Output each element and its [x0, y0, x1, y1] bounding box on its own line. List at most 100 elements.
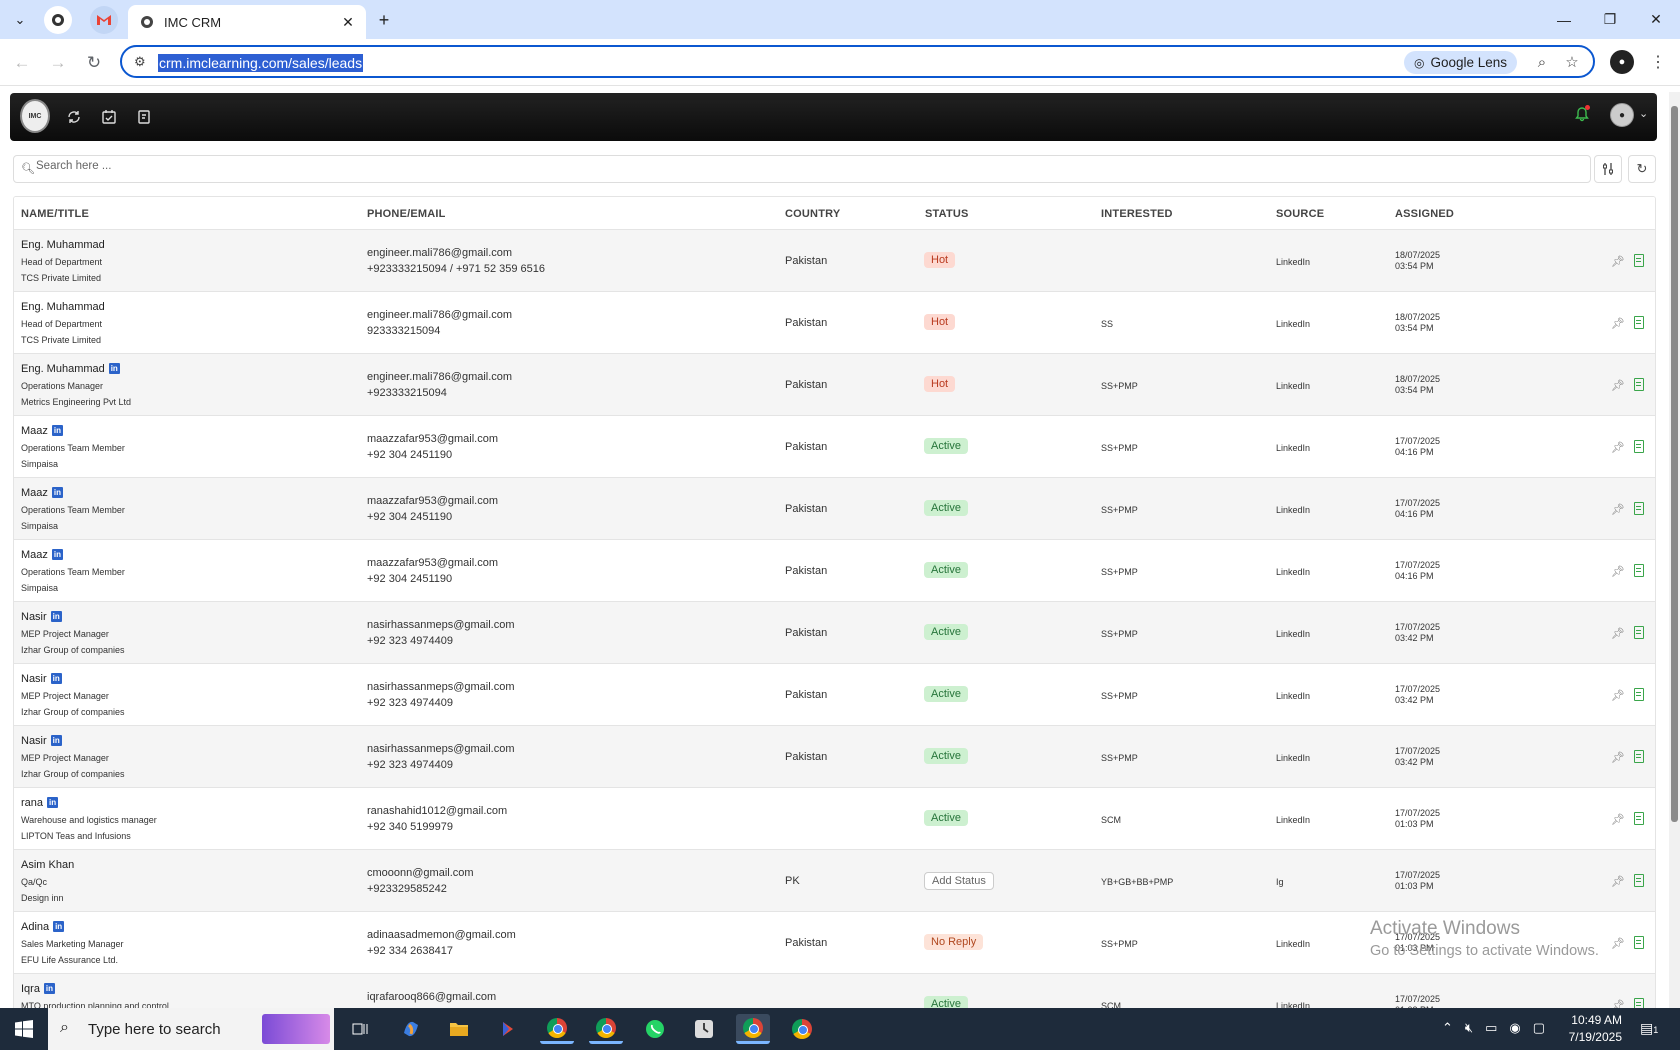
- table-row[interactable]: Eng. Muhammad in Operations Manager Metrics…: [14, 354, 1655, 416]
- table-row[interactable]: Nasir in MEP Project Manager Izhar Group of…: [14, 602, 1655, 664]
- copilot-icon[interactable]: [394, 1014, 428, 1044]
- column-header-interested[interactable]: INTERESTED: [1101, 208, 1173, 220]
- lead-name[interactable]: Maaz in: [21, 425, 63, 437]
- pin-icon[interactable]: 📌︎: [1611, 503, 1625, 516]
- document-icon[interactable]: [1634, 812, 1644, 825]
- linkedin-icon[interactable]: in: [43, 983, 55, 994]
- address-bar[interactable]: ⚙ crm.imclearning.com/sales/leads ◎ Goog…: [120, 45, 1595, 78]
- linkedin-icon[interactable]: in: [47, 797, 59, 808]
- status-badge[interactable]: Hot: [924, 314, 956, 330]
- task-view-icon[interactable]: [343, 1014, 377, 1044]
- site-settings-icon[interactable]: ⚙: [134, 54, 146, 70]
- bookmark-star-icon[interactable]: ☆: [1561, 51, 1583, 73]
- new-tab-plus-icon[interactable]: +: [370, 6, 398, 34]
- taskbar-clock[interactable]: 10:49 AM 7/19/2025: [1532, 1012, 1622, 1046]
- pin-icon[interactable]: 📌︎: [1611, 441, 1625, 454]
- notification-center-icon[interactable]: ▤1: [1640, 1020, 1658, 1037]
- document-icon[interactable]: [1634, 254, 1644, 267]
- table-row[interactable]: Eng. Muhammad Head of Department TCS Priva…: [14, 292, 1655, 354]
- back-arrow-icon[interactable]: ←: [8, 49, 36, 77]
- status-badge[interactable]: Active: [924, 562, 968, 578]
- lead-name[interactable]: Maaz in: [21, 487, 63, 499]
- lead-name-text[interactable]: Adina: [21, 921, 49, 933]
- reload-icon[interactable]: ↻: [80, 49, 108, 77]
- pin-icon[interactable]: 📌︎: [1611, 813, 1625, 826]
- google-lens-button[interactable]: ◎ Google Lens: [1403, 51, 1517, 74]
- user-avatar[interactable]: ●: [1610, 103, 1634, 127]
- lead-name-text[interactable]: Maaz: [21, 487, 48, 499]
- document-icon[interactable]: [1634, 378, 1644, 391]
- chrome-taskbar-icon-1[interactable]: [540, 1014, 574, 1044]
- lead-name-text[interactable]: Maaz: [21, 549, 48, 561]
- pin-icon[interactable]: 📌︎: [1611, 751, 1625, 764]
- linkedin-icon[interactable]: in: [53, 921, 65, 932]
- calendar-check-icon[interactable]: [98, 106, 120, 128]
- table-row[interactable]: Maaz in Operations Team Member Simpaisa maaz…: [14, 416, 1655, 478]
- status-badge[interactable]: Active: [924, 810, 968, 826]
- document-icon[interactable]: [1634, 750, 1644, 763]
- status-badge[interactable]: Active: [924, 748, 968, 764]
- table-row[interactable]: Eng. Muhammad Head of Department TCS Priva…: [14, 230, 1655, 292]
- reload-table-button[interactable]: ↻: [1628, 155, 1656, 183]
- lead-name-text[interactable]: Eng. Muhammad: [21, 363, 105, 375]
- document-icon[interactable]: [1634, 936, 1644, 949]
- pin-icon[interactable]: 📌︎: [1611, 379, 1625, 392]
- table-row[interactable]: Maaz in Operations Team Member Simpaisa maaz…: [14, 478, 1655, 540]
- refresh-cycle-icon[interactable]: [63, 106, 85, 128]
- status-badge[interactable]: Hot: [924, 376, 956, 392]
- widgets-icon[interactable]: [262, 1014, 330, 1044]
- tab-search-chevron-icon[interactable]: ⌄: [6, 6, 34, 34]
- zoom-icon[interactable]: ⌕: [1531, 51, 1553, 73]
- pin-icon[interactable]: 📌︎: [1611, 875, 1625, 888]
- lead-name[interactable]: Maaz in: [21, 549, 63, 561]
- column-header-name[interactable]: NAME/TITLE: [21, 208, 89, 220]
- network-icon[interactable]: ◉: [1509, 1020, 1520, 1036]
- table-row[interactable]: Asim Khan Qa/Qc Design inn cmooonn@gmail.co…: [14, 850, 1655, 912]
- pin-icon[interactable]: 📌︎: [1611, 627, 1625, 640]
- lead-name-text[interactable]: Eng. Muhammad: [21, 301, 105, 313]
- lead-name[interactable]: Eng. Muhammad: [21, 239, 105, 251]
- imc-logo[interactable]: IMC: [20, 99, 50, 133]
- chevron-down-icon[interactable]: ⌄: [1639, 107, 1648, 120]
- vertical-scrollbar[interactable]: [1669, 92, 1680, 1008]
- app-icon-red-blue[interactable]: [491, 1014, 525, 1044]
- pin-icon[interactable]: 📌︎: [1611, 255, 1625, 268]
- column-header-assigned[interactable]: ASSIGNED: [1395, 208, 1454, 220]
- windows-start-icon[interactable]: [0, 1008, 48, 1050]
- document-icon[interactable]: [1634, 688, 1644, 701]
- chrome-taskbar-icon-4[interactable]: [785, 1014, 819, 1044]
- linkedin-icon[interactable]: in: [51, 425, 63, 436]
- linkedin-icon[interactable]: in: [51, 549, 63, 560]
- pinned-tab-gmail[interactable]: [90, 6, 118, 34]
- table-row[interactable]: Nasir in MEP Project Manager Izhar Group of…: [14, 726, 1655, 788]
- file-explorer-icon[interactable]: [442, 1014, 476, 1044]
- status-badge[interactable]: No Reply: [924, 934, 984, 950]
- browser-menu-icon[interactable]: ⋮: [1648, 49, 1668, 75]
- linkedin-icon[interactable]: in: [50, 673, 62, 684]
- lead-name[interactable]: Eng. Muhammad: [21, 301, 105, 313]
- status-badge[interactable]: Hot: [924, 252, 956, 268]
- status-badge[interactable]: Active: [924, 624, 968, 640]
- forward-arrow-icon[interactable]: →: [44, 49, 72, 77]
- document-icon[interactable]: [1634, 874, 1644, 887]
- table-row[interactable]: Nasir in MEP Project Manager Izhar Group of…: [14, 664, 1655, 726]
- battery-icon[interactable]: ▭: [1485, 1020, 1497, 1036]
- pin-icon[interactable]: 📌︎: [1611, 937, 1625, 950]
- linkedin-icon[interactable]: in: [51, 487, 63, 498]
- lead-name-text[interactable]: Eng. Muhammad: [21, 239, 105, 251]
- browser-profile-avatar[interactable]: ●: [1610, 50, 1634, 74]
- linkedin-icon[interactable]: in: [50, 735, 62, 746]
- column-header-status[interactable]: STATUS: [925, 208, 969, 220]
- lead-name[interactable]: Nasir in: [21, 735, 62, 747]
- chrome-taskbar-icon-2[interactable]: [589, 1014, 623, 1044]
- document-icon[interactable]: [1634, 564, 1644, 577]
- lead-name-text[interactable]: rana: [21, 797, 43, 809]
- linkedin-icon[interactable]: in: [108, 363, 120, 374]
- lead-name-text[interactable]: Iqra: [21, 983, 40, 995]
- lead-name-text[interactable]: Maaz: [21, 425, 48, 437]
- lead-name[interactable]: Iqra in: [21, 983, 55, 995]
- lead-name-text[interactable]: Nasir: [21, 611, 47, 623]
- whatsapp-icon[interactable]: [638, 1014, 672, 1044]
- status-badge[interactable]: Active: [924, 686, 968, 702]
- column-header-country[interactable]: COUNTRY: [785, 208, 840, 220]
